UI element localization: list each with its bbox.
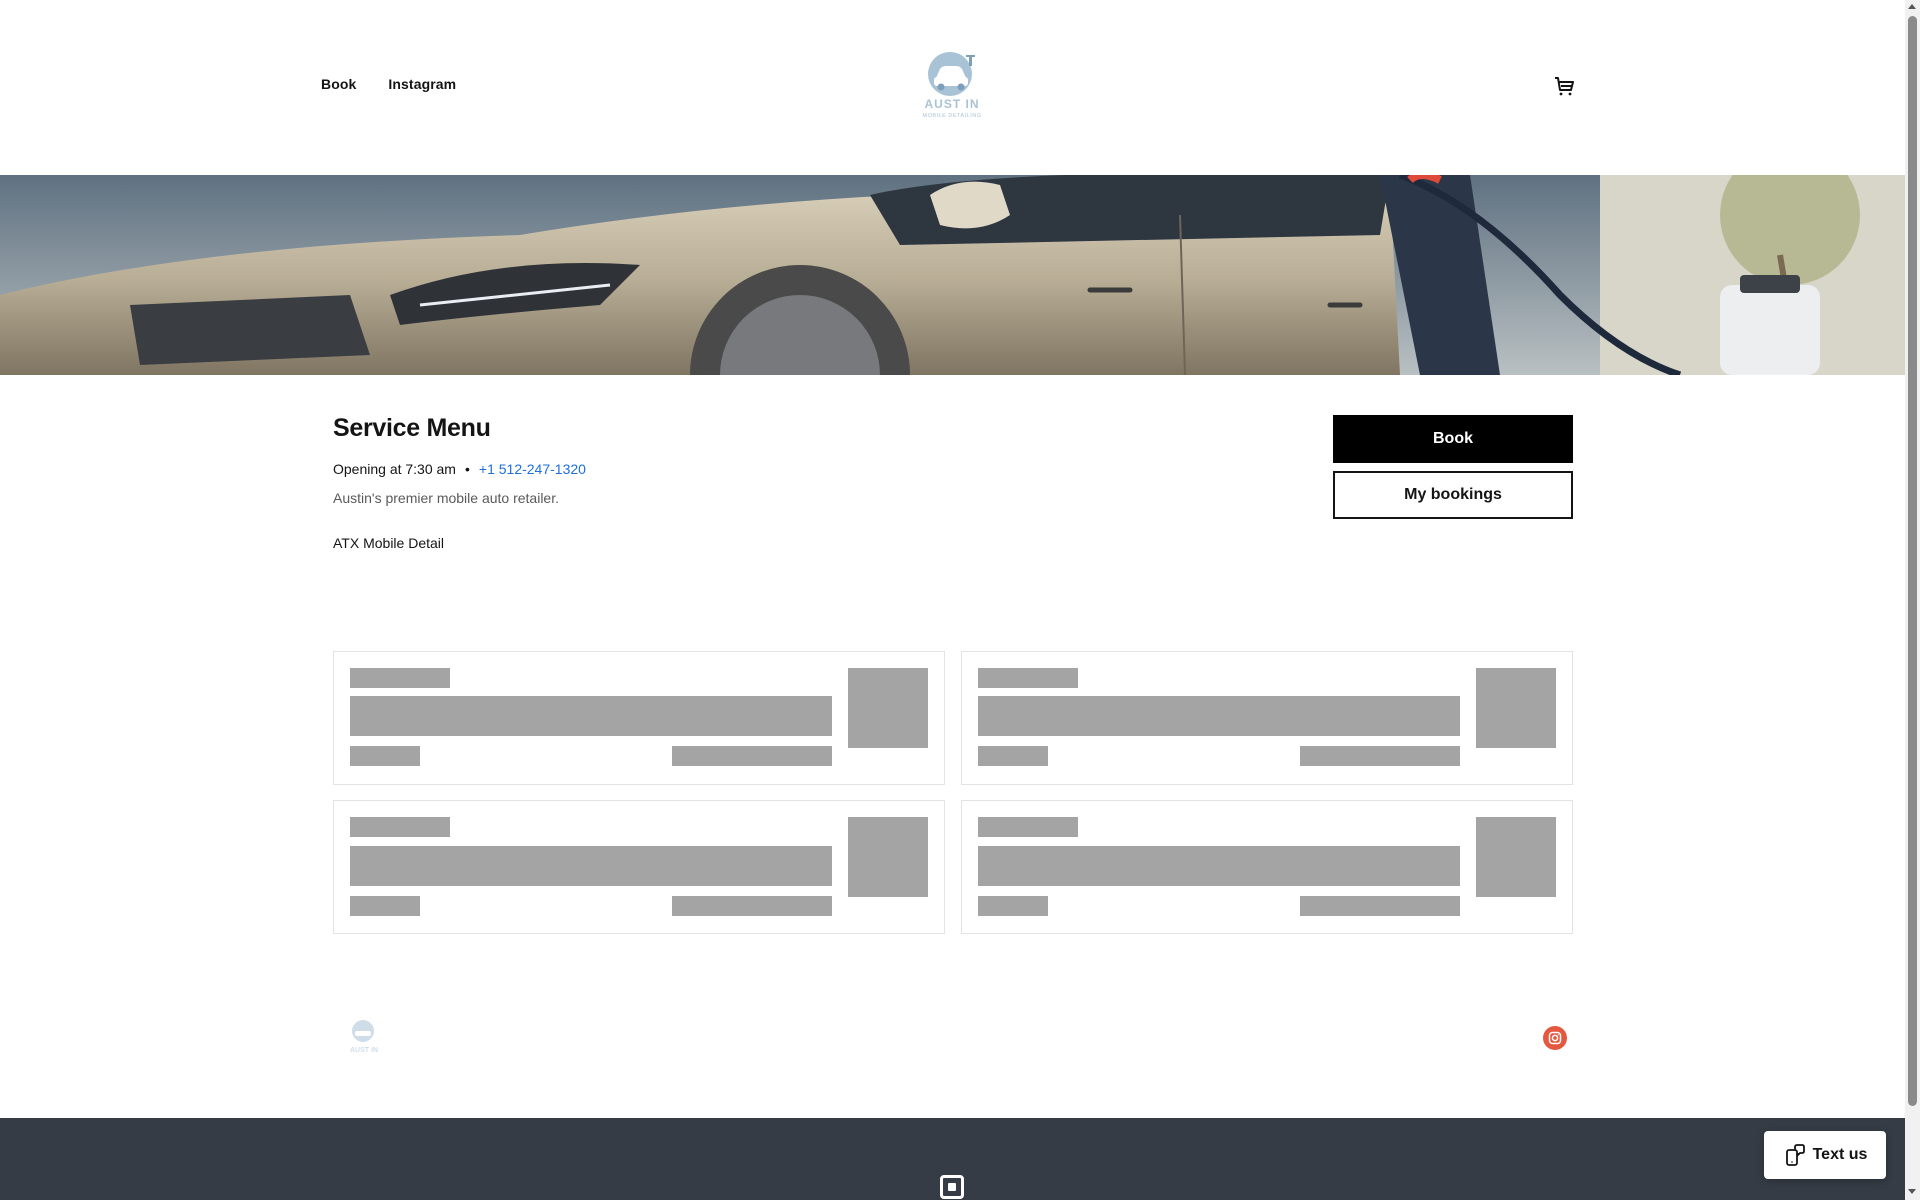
hero-car-illustration (0, 175, 1905, 375)
skeleton-line (350, 746, 420, 766)
business-description: Austin's premier mobile auto retailer. (333, 490, 559, 506)
skeleton-line (978, 846, 1460, 886)
hero-banner-image (0, 175, 1905, 375)
skeleton-line (1300, 746, 1460, 766)
logo-text: AUST IN (925, 97, 980, 111)
skeleton-thumbnail (848, 817, 928, 897)
cart-icon[interactable] (1552, 74, 1576, 98)
footer-logo-text: AUST IN (350, 1047, 378, 1054)
main-nav: Book Instagram (321, 76, 456, 92)
scrollbar-thumb[interactable] (1908, 16, 1917, 1106)
meta-separator: • (464, 461, 470, 477)
skeleton-line (978, 696, 1460, 736)
skeleton-thumbnail (848, 668, 928, 748)
nav-link-book[interactable]: Book (321, 76, 356, 92)
business-meta: Opening at 7:30 am • +1 512-247-1320 (333, 461, 586, 477)
phone-link[interactable]: +1 512-247-1320 (479, 461, 586, 477)
vertical-scrollbar[interactable] (1905, 0, 1920, 1200)
logo-subtext: MOBILE DETAILING (923, 113, 982, 119)
chat-phone-icon (1785, 1144, 1805, 1166)
business-name: ATX Mobile Detail (333, 535, 445, 551)
skeleton-line (672, 746, 832, 766)
my-bookings-button[interactable]: My bookings (1333, 471, 1573, 519)
footer-logo[interactable]: AUST IN (343, 1016, 387, 1056)
skeleton-line (350, 846, 832, 886)
skeleton-line (978, 668, 1078, 688)
skeleton-line (350, 817, 450, 837)
skeleton-line (978, 746, 1048, 766)
service-card-skeleton (333, 800, 945, 934)
scroll-up-arrow[interactable] (1908, 4, 1916, 9)
skeleton-line (672, 896, 832, 916)
service-card-skeleton (961, 800, 1573, 934)
instagram-icon[interactable] (1543, 1026, 1567, 1050)
business-logo[interactable]: AUST IN MOBILE DETAILING (912, 46, 994, 122)
text-us-button[interactable]: Text us (1764, 1131, 1886, 1179)
text-us-label: Text us (1812, 1146, 1868, 1163)
skeleton-thumbnail (1476, 817, 1556, 897)
site-header: Book Instagram AUST IN MOBILE DETAILING (0, 0, 1905, 175)
service-card-skeleton (961, 651, 1573, 785)
page-title: Service Menu (333, 414, 491, 442)
skeleton-line (350, 668, 450, 688)
opening-hours: Opening at 7:30 am (333, 461, 456, 477)
skeleton-line (978, 817, 1078, 837)
book-button[interactable]: Book (1333, 415, 1573, 463)
skeleton-line (978, 896, 1048, 916)
square-logo-icon[interactable] (940, 1175, 964, 1199)
skeleton-thumbnail (1476, 668, 1556, 748)
skeleton-line (1300, 896, 1460, 916)
skeleton-line (350, 896, 420, 916)
skeleton-line (350, 696, 832, 736)
scroll-down-arrow[interactable] (1908, 1189, 1916, 1194)
nav-link-instagram[interactable]: Instagram (388, 76, 456, 92)
square-footer (0, 1118, 1905, 1200)
service-card-skeleton (333, 651, 945, 785)
